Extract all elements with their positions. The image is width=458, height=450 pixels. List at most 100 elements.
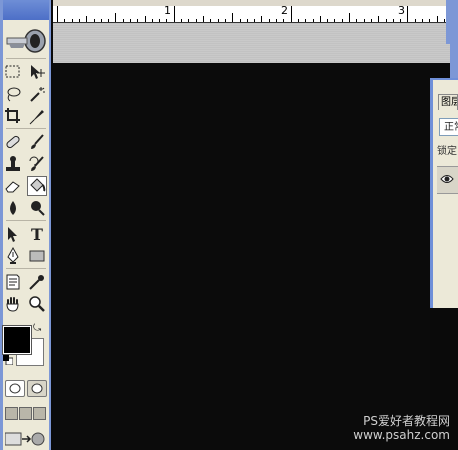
ruler-tick [305,19,306,22]
ruler-tick [400,19,401,22]
toolbox-separator [6,58,46,59]
ruler-tick [283,19,284,22]
photoshop-logo-icon[interactable] [5,26,47,56]
ruler-tick [320,16,321,22]
ruler-tick [327,19,328,22]
pasteboard-area [53,23,458,63]
quick-mask-mode-button[interactable] [27,380,47,397]
ruler-tick [407,6,408,22]
ruler-tick [291,6,292,22]
ruler-tick [145,16,146,22]
ruler-tick [254,19,255,22]
ruler-tick [247,19,248,22]
ruler-tick [72,19,73,22]
layer-row[interactable] [437,166,458,194]
ruler-tick [94,19,95,22]
ruler-tick [240,19,241,22]
ruler-tick [378,16,379,22]
full-screen-mode-button[interactable] [33,407,46,420]
magic-wand-icon[interactable] [27,84,47,104]
ruler-tick [218,19,219,22]
ruler-tick [181,19,182,22]
ruler-tick [364,19,365,22]
ruler-tick [188,19,189,22]
history-brush-icon[interactable] [27,154,47,174]
ruler-tick [166,19,167,22]
document-canvas[interactable] [53,63,430,450]
blur-icon[interactable] [3,198,23,218]
ruler-tick [203,16,204,22]
toolbox-title-bar[interactable] [3,0,49,20]
watermark-line-1: PS爱好者教程网 [363,414,450,428]
lasso-icon[interactable] [3,84,23,104]
ruler-tick [444,19,445,22]
ruler-tick [371,19,372,22]
ruler-tick [79,19,80,22]
lock-label: 锁定 [437,146,457,157]
watermark-line-2: www.psahz.com [353,428,450,442]
hand-icon[interactable] [3,294,23,314]
crop-icon[interactable] [3,106,23,126]
ruler-tick [429,19,430,22]
ruler-tick [269,19,270,22]
ruler-tick [64,19,65,22]
ruler-tick [422,19,423,22]
brush-icon[interactable] [27,132,47,152]
slice-icon[interactable] [27,106,47,126]
blend-mode-select[interactable]: 正常 [439,118,458,136]
swap-colors-icon[interactable]: ⤿ [33,323,41,334]
toolbox-panel: T ⤿ [2,0,51,450]
notes-icon[interactable] [3,272,23,292]
ruler-tick [115,13,116,22]
ruler-tick [349,13,350,22]
clone-stamp-icon[interactable] [3,154,23,174]
ruler-tick [225,19,226,22]
ruler-tick [261,16,262,22]
ruler-tick [86,16,87,22]
full-screen-menu-mode-button[interactable] [19,407,32,420]
toolbox-separator [6,220,46,221]
default-colors-icon[interactable] [3,355,13,365]
ruler-tick [108,19,109,22]
layers-tab[interactable]: 图层 [438,94,458,110]
type-tool-icon[interactable]: T [27,224,47,244]
foreground-color-swatch[interactable] [2,325,32,355]
zoom-icon[interactable] [27,294,47,314]
healing-brush-icon[interactable] [3,132,23,152]
ruler-mark-3: 3 [398,4,405,17]
ruler-tick [101,19,102,22]
path-select-icon[interactable] [3,224,23,244]
ruler-tick [342,19,343,22]
ruler-tick [356,19,357,22]
ruler-tick [57,6,58,22]
ruler-tick [210,19,211,22]
watermark: PS爱好者教程网 www.psahz.com [353,414,450,442]
ruler-tick [393,19,394,22]
ruler-tick [159,19,160,22]
standard-mode-button[interactable] [5,380,25,397]
ruler-tick [313,19,314,22]
ruler-tick [437,16,438,22]
paint-bucket-icon[interactable] [27,176,47,196]
ruler-tick [123,19,124,22]
ruler-tick [174,6,175,22]
pen-icon[interactable] [3,246,23,266]
dodge-icon[interactable] [27,198,47,218]
move-icon[interactable] [27,62,47,82]
ruler-tick [276,19,277,22]
toolbox-separator [6,268,46,269]
toolbox-separator [6,128,46,129]
rectangle-shape-icon[interactable] [27,246,47,266]
eye-icon[interactable] [440,173,454,185]
jump-to-imageready-icon[interactable] [5,430,45,448]
ruler-tick [298,19,299,22]
rect-marquee-icon[interactable] [3,62,23,82]
eraser-icon[interactable] [3,176,23,196]
eyedropper-icon[interactable] [27,272,47,292]
horizontal-ruler[interactable]: 1 2 3 [53,0,458,23]
ruler-mark-1: 1 [164,4,171,17]
ruler-tick [152,19,153,22]
ruler-tick [196,19,197,22]
layers-panel: 图层 正常 锁定 [430,78,458,308]
standard-screen-mode-button[interactable] [5,407,18,420]
